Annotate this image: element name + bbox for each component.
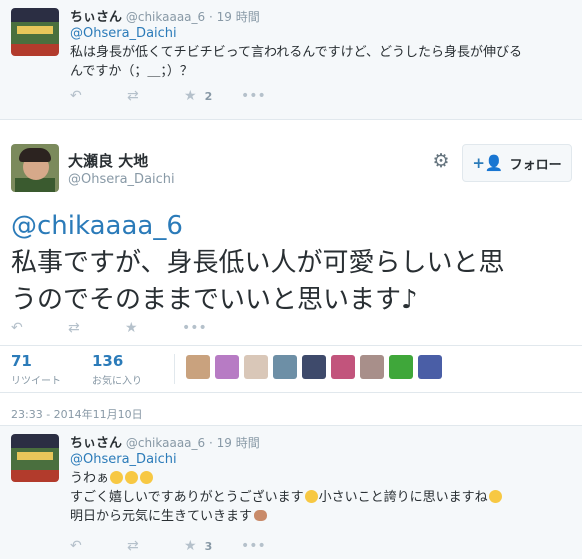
more-button[interactable]: ••• (182, 320, 239, 336)
mention-link[interactable]: @Ohsera_Daichi (70, 450, 570, 469)
add-person-icon: +👤 (472, 154, 504, 172)
avatar[interactable] (11, 434, 59, 482)
favoriter-avatar[interactable] (215, 355, 239, 379)
star-icon: ★ (184, 538, 197, 554)
favorite-count: 3 (204, 539, 213, 553)
tweet-text-fragment: 明日から元気に生きていきます (70, 509, 253, 524)
favoriter-avatar[interactable] (418, 355, 442, 379)
follow-button[interactable]: +👤 フォロー (462, 144, 572, 182)
divider (174, 354, 175, 384)
reply-button[interactable]: ↶ (70, 88, 127, 104)
reply-button[interactable]: ↶ (11, 320, 68, 336)
retweet-button[interactable]: ⇄ (127, 538, 184, 554)
tweet-text-line: んですか（；＿；）？ (70, 64, 193, 79)
retweet-icon: ⇄ (127, 538, 139, 554)
favorite-stat[interactable]: 136 お気に入り (92, 352, 142, 387)
more-button[interactable]: ••• (241, 538, 298, 554)
avatar[interactable] (11, 8, 59, 56)
favoriter-avatar[interactable] (273, 355, 297, 379)
favorite-button[interactable]: ★ 3 (184, 538, 241, 554)
tweet-text-fragment: うわぁ (70, 471, 110, 486)
more-icon: ••• (241, 88, 266, 104)
user-handle[interactable]: @Ohsera_Daichi (68, 172, 175, 187)
tweet-timestamp[interactable]: 23:33 - 2014年11月10日 (11, 406, 143, 422)
tweet-text-line: 私事ですが、身長低い人が可愛らしいと思 (11, 248, 505, 278)
tweet-text-line: うのでそのままでいいと思います♪ (11, 285, 418, 315)
more-button[interactable]: ••• (241, 88, 298, 104)
tweet-time[interactable]: · 19 時間 (209, 436, 260, 450)
favorite-button[interactable]: ★ 2 (184, 88, 241, 104)
tweet-text: @chikaaaa_6 私事ですが、身長低い人が可愛らしいと思 うのでそのままで… (11, 208, 571, 319)
reply-tweet-top[interactable]: ちぃさん @chikaaaa_6 · 19 時間 @Ohsera_Daichi … (0, 0, 582, 120)
favorite-label: お気に入り (92, 376, 142, 387)
tweet-text-line: うわぁ (70, 469, 570, 488)
reply-button[interactable]: ↶ (70, 538, 127, 554)
tweet-text-fragment: 小さいこと誇りに思いますね (318, 490, 488, 505)
user-name[interactable]: 大瀬良 大地 (68, 150, 148, 171)
user-name[interactable]: ちぃさん (70, 436, 122, 451)
reply-tweet-bottom[interactable]: ちぃさん @chikaaaa_6 · 19 時間 @Ohsera_Daichi … (0, 425, 582, 559)
retweet-button[interactable]: ⇄ (68, 320, 125, 336)
favorite-count: 2 (204, 89, 213, 103)
retweet-icon: ⇄ (127, 88, 139, 104)
tweet-actions: ↶ ⇄ ★ 3 ••• (70, 536, 298, 556)
favorite-button[interactable]: ★ (125, 320, 182, 336)
retweet-label: リツイート (11, 376, 61, 387)
user-handle[interactable]: @chikaaaa_6 (126, 436, 205, 450)
more-icon: ••• (241, 538, 266, 554)
favoriter-avatar[interactable] (331, 355, 355, 379)
user-name[interactable]: ちぃさん (70, 10, 122, 25)
user-handle[interactable]: @chikaaaa_6 (126, 10, 205, 24)
tweet-header: ちぃさん @chikaaaa_6 · 19 時間 (70, 432, 260, 451)
tweet-stats: 71 リツイート 136 お気に入り (0, 345, 582, 393)
tweet-text-line: 明日から元気に生きていきます (70, 507, 570, 526)
mention-link[interactable]: @Ohsera_Daichi (70, 24, 570, 43)
more-icon: ••• (182, 320, 207, 336)
star-icon: ★ (184, 88, 197, 104)
tweet-text: @Ohsera_Daichi 私は身長が低くてチビチビって言われるんですけど、ど… (70, 24, 570, 81)
tweet-text: @Ohsera_Daichi うわぁ すごく嬉しいですありがとうございます 小さい… (70, 450, 570, 526)
favoriter-avatar[interactable] (360, 355, 384, 379)
crying-face-icon (140, 471, 154, 484)
tweet-actions: ↶ ⇄ ★ ••• (11, 318, 239, 338)
tweet-text-line: すごく嬉しいですありがとうございます 小さいこと誇りに思いますね (70, 488, 570, 507)
avatar[interactable] (11, 144, 59, 192)
retweet-stat[interactable]: 71 リツイート (11, 352, 61, 387)
tweet-text-line: 私は身長が低くてチビチビって言われるんですけど、どうしたら身長が伸びる (70, 45, 523, 60)
retweet-button[interactable]: ⇄ (127, 88, 184, 104)
crying-face-icon (304, 490, 318, 503)
retweet-icon: ⇄ (68, 320, 80, 336)
flexed-biceps-icon (254, 510, 268, 521)
gear-icon[interactable]: ⚙ (431, 151, 451, 171)
favoriter-avatar[interactable] (389, 355, 413, 379)
reply-icon: ↶ (11, 320, 23, 336)
favoriter-avatar[interactable] (244, 355, 268, 379)
crying-face-icon (125, 471, 139, 484)
mention-link[interactable]: @chikaaaa_6 (11, 208, 571, 245)
retweet-count: 71 (11, 352, 32, 370)
favoriter-avatars (186, 355, 442, 379)
crying-face-icon (488, 490, 502, 503)
tweet-text-fragment: すごく嬉しいですありがとうございます (70, 490, 304, 505)
favoriter-avatar[interactable] (302, 355, 326, 379)
reply-icon: ↶ (70, 538, 82, 554)
favorite-count: 136 (92, 352, 124, 370)
main-tweet: 大瀬良 大地 @Ohsera_Daichi ⚙ +👤 フォロー @chikaaa… (0, 120, 582, 425)
follow-label: フォロー (509, 157, 562, 173)
tweet-actions: ↶ ⇄ ★ 2 ••• (70, 86, 298, 106)
tweet-header: ちぃさん @chikaaaa_6 · 19 時間 (70, 6, 260, 25)
favoriter-avatar[interactable] (186, 355, 210, 379)
reply-icon: ↶ (70, 88, 82, 104)
star-icon: ★ (125, 320, 138, 336)
crying-face-icon (110, 471, 124, 484)
tweet-time[interactable]: · 19 時間 (209, 10, 260, 24)
